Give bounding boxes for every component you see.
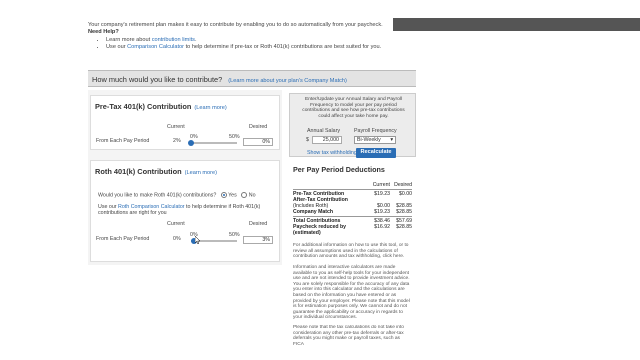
disclaimer-note: Information and interactive calculators … xyxy=(293,265,410,321)
frequency-label: Payroll Frequency xyxy=(354,128,397,134)
help-item-text: Use our xyxy=(106,44,128,50)
pretax-desired-input[interactable]: 0% xyxy=(243,138,273,146)
contribution-limits-link[interactable]: contribution limits xyxy=(152,37,195,43)
intro-text: Your company's retirement plan makes it … xyxy=(88,22,383,28)
pretax-learn-more-link[interactable]: (Learn more) xyxy=(194,105,226,111)
redacted-bar xyxy=(393,18,640,31)
roth-yes-label[interactable]: Yes xyxy=(228,192,237,198)
roth-calculator-note: Use our Roth Comparison Calculator to he… xyxy=(98,204,268,216)
pretax-title-text: Pre-Tax 401(k) Contribution xyxy=(95,102,192,111)
pretax-current-header: Current xyxy=(167,124,185,130)
paycheck-row-note: (estimated) xyxy=(293,230,412,236)
roth-desired-input[interactable]: 3% xyxy=(243,236,273,244)
roth-slider-max: 50% xyxy=(229,232,240,238)
help-item-suffix: to help determine if pre-tax or Roth 401… xyxy=(184,44,382,50)
salary-label: Annual Salary xyxy=(307,128,340,134)
section-title: How much would you like to contribute? xyxy=(92,75,223,84)
calculator-panel: Enter/Update your Annual Salary and Payr… xyxy=(289,93,416,360)
roth-question: Would you like to make Roth 401(k) contr… xyxy=(98,192,256,198)
paycheck-label-estimated: (estimated) xyxy=(293,230,321,236)
col-desired: Desired xyxy=(394,182,412,188)
help-item-calculator: Use our Comparison Calculator to help de… xyxy=(106,44,388,51)
roth-no-radio[interactable] xyxy=(241,192,248,198)
show-tax-withholding-link[interactable]: Show tax withholding xyxy=(307,150,357,156)
roth-title: Roth 401(k) Contribution (Learn more) xyxy=(95,167,217,176)
row-desired: $28.85 xyxy=(396,209,412,215)
divider xyxy=(293,216,412,217)
row-current: $19.23 xyxy=(374,209,390,215)
pretax-card: Pre-Tax 401(k) Contribution (Learn more) … xyxy=(90,95,280,150)
currency-symbol: $ xyxy=(306,137,309,143)
help-item-suffix: . xyxy=(194,37,197,43)
pretax-slider-handle[interactable] xyxy=(188,140,194,146)
roth-desired-header: Desired xyxy=(249,221,268,227)
row-label: Company Match xyxy=(293,209,334,215)
contribution-panel: Pre-Tax 401(k) Contribution (Learn more) … xyxy=(88,90,282,265)
deductions-table: Current Desired Pre-Tax Contribution $19… xyxy=(293,182,412,236)
roth-question-text: Would you like to make Roth 401(k) contr… xyxy=(98,192,217,199)
intro-block: Your company's retirement plan makes it … xyxy=(88,22,388,51)
roth-current-header: Current xyxy=(167,221,185,227)
roth-no-label[interactable]: No xyxy=(249,192,256,198)
pretax-slider-track[interactable] xyxy=(191,142,237,144)
help-item-limits: Learn more about contribution limits. xyxy=(106,37,388,44)
help-item-text: Learn more about xyxy=(106,37,152,43)
help-note: For additional information on how to use… xyxy=(293,243,409,260)
per-pay-title: Per Pay Period Deductions xyxy=(293,165,385,174)
annual-salary-input[interactable]: 25,000 xyxy=(312,136,342,144)
need-help-heading: Need Help? xyxy=(88,29,119,35)
pretax-desired-header: Desired xyxy=(249,124,268,130)
payroll-frequency-select[interactable]: Bi-Weekly ▾ xyxy=(354,136,396,144)
roth-current-value: 0% xyxy=(173,236,181,242)
contribute-section-bar: How much would you like to contribute? (… xyxy=(88,70,416,87)
tax-note: Please note that the tax calculations do… xyxy=(293,325,404,347)
help-list: Learn more about contribution limits. Us… xyxy=(106,37,388,51)
roth-row-label: From Each Pay Period xyxy=(96,236,150,242)
recalculate-button[interactable]: Recalculate xyxy=(356,148,396,158)
table-row: Company Match $19.23 $28.85 xyxy=(293,209,412,215)
comparison-calculator-link[interactable]: Comparison Calculator xyxy=(127,44,184,50)
pretax-slider-max: 50% xyxy=(229,134,240,140)
frequency-value: Bi-Weekly xyxy=(357,137,381,143)
pretax-row-label: From Each Pay Period xyxy=(96,138,150,144)
pretax-current-value: 2% xyxy=(173,138,181,144)
roth-learn-more-link[interactable]: (Learn more) xyxy=(185,170,217,176)
salary-calculator: Enter/Update your Annual Salary and Payr… xyxy=(289,93,416,158)
mouse-cursor-icon xyxy=(195,236,200,244)
deductions-header: Current Desired xyxy=(293,182,412,188)
calc-instructions: Enter/Update your Annual Salary and Payr… xyxy=(302,97,405,119)
divider xyxy=(293,189,412,190)
roth-title-text: Roth 401(k) Contribution xyxy=(95,167,182,176)
col-current: Current xyxy=(372,182,390,188)
roth-card: Roth 401(k) Contribution (Learn more) Wou… xyxy=(90,160,280,262)
pretax-title: Pre-Tax 401(k) Contribution (Learn more) xyxy=(95,102,227,111)
roth-yes-radio[interactable] xyxy=(220,192,227,198)
company-match-link[interactable]: (Learn more about your plan's Company Ma… xyxy=(228,78,347,84)
chevron-down-icon: ▾ xyxy=(390,137,393,143)
